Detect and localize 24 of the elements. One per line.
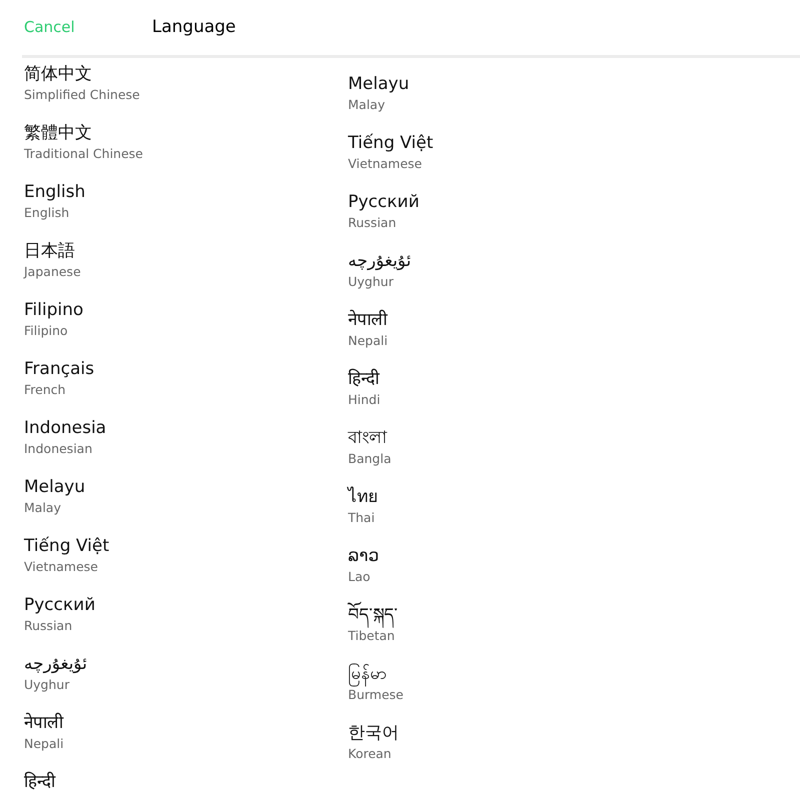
language-option[interactable]: 繁體中文 Traditional Chinese <box>24 121 348 180</box>
language-option[interactable]: Русский Russian <box>24 593 348 652</box>
language-option[interactable]: 简体中文 Simplified Chinese <box>24 62 348 121</box>
language-option[interactable]: བོད་སྐད་ Tibetan <box>348 603 800 662</box>
language-option[interactable]: नेपाली Nepali <box>24 711 348 770</box>
language-option[interactable]: हिन्दी Hindi <box>348 367 800 426</box>
language-option[interactable]: Tiếng Việt Vietnamese <box>348 131 800 190</box>
language-option[interactable]: 한국어 Korean <box>348 721 800 780</box>
language-option[interactable]: Melayu Malay <box>348 72 800 131</box>
language-option[interactable]: Indonesia Indonesian <box>24 416 348 475</box>
language-option[interactable]: Melayu Malay <box>24 475 348 534</box>
language-option[interactable]: 日本語 Japanese <box>24 239 348 298</box>
language-option[interactable]: Filipino Filipino <box>24 298 348 357</box>
language-option[interactable]: বাংলা Bangla <box>348 426 800 485</box>
language-option[interactable]: ລາວ Lao <box>348 544 800 603</box>
language-option[interactable]: Tiếng Việt Vietnamese <box>24 534 348 593</box>
language-option[interactable]: Русский Russian <box>348 190 800 249</box>
language-option[interactable]: English English <box>24 180 348 239</box>
language-option[interactable]: ไทย Thai <box>348 485 800 544</box>
language-option[interactable]: हिन्दी <box>24 770 348 800</box>
language-option[interactable]: Français French <box>24 357 348 416</box>
language-option[interactable]: မြန်မာ Burmese <box>348 662 800 721</box>
page-title: Language <box>152 16 236 39</box>
language-option[interactable]: नेपाली Nepali <box>348 308 800 367</box>
